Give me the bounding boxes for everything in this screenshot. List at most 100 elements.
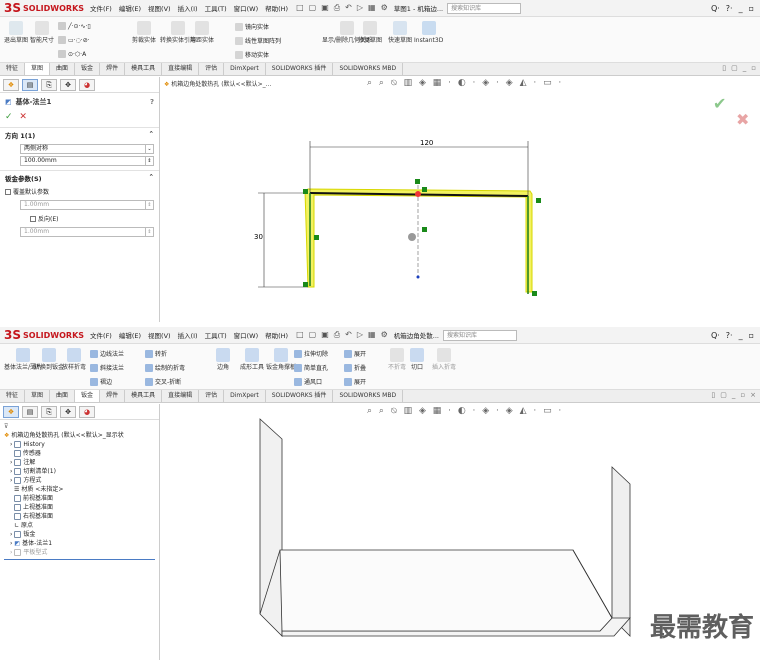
rebuild-icon[interactable]: ▦ (368, 330, 376, 340)
menu-tools[interactable]: 工具(T) (205, 3, 227, 13)
tab-mold-tools[interactable]: 模具工具 (125, 390, 163, 402)
tab-mbd[interactable]: SOLIDWORKS MBD (333, 390, 404, 402)
configuration-manager-tab-icon[interactable]: ⎘ (41, 406, 57, 418)
sketched-bend-item[interactable]: 绘制的折弯 (145, 363, 185, 372)
tab-weldments[interactable]: 焊件 (100, 390, 126, 402)
restore-icon[interactable]: ▫ (749, 4, 754, 13)
override-default-checkbox[interactable]: 覆盖默认参数 (0, 185, 159, 198)
direction1-section-header[interactable]: 方向 1(1) ⌃ (0, 127, 159, 142)
confirm-cancel-icon[interactable]: ✖ (736, 110, 749, 129)
extruded-cut-item[interactable]: 拉伸切除 (294, 349, 328, 358)
minimize-icon[interactable]: _ (739, 4, 743, 13)
spinner-icon[interactable]: ⇕ (145, 157, 153, 165)
pm-ok-icon[interactable]: ✓ (5, 112, 13, 122)
depth-input[interactable]: 100.00mm ⇕ (20, 156, 154, 166)
open-icon[interactable]: ▢ (309, 3, 317, 13)
menu-window[interactable]: 窗口(W) (234, 330, 259, 340)
help-icon[interactable]: ?· (726, 4, 733, 13)
doc-restore-icon[interactable]: ▫ (751, 64, 756, 72)
tab-evaluate[interactable]: 评估 (199, 63, 225, 75)
restore-icon[interactable]: ▫ (749, 331, 754, 340)
cascade-icon[interactable]: ▢ (731, 64, 738, 72)
menu-tools[interactable]: 工具(T) (205, 330, 227, 340)
doc-restore-icon[interactable]: ▫ (740, 391, 745, 399)
bend-radius-input[interactable]: 1.00mm ⇕ (20, 227, 154, 237)
doc-minimize-icon[interactable]: _ (743, 64, 747, 72)
tree-item-base-flange[interactable]: › ◩ 基体-法兰1 (4, 539, 155, 548)
edge-flange-item[interactable]: 边线法兰 (90, 349, 124, 358)
select-icon[interactable]: ▷ (357, 3, 363, 13)
no-bends-button[interactable]: 不折弯 (388, 348, 406, 371)
tree-item-origin[interactable]: ∟ 原点 (4, 521, 155, 530)
tab-sheet-metal[interactable]: 钣金 (75, 390, 101, 402)
tab-dimxpert[interactable]: DimXpert (224, 390, 266, 402)
new-icon[interactable]: □ (296, 3, 304, 13)
vent-item[interactable]: 通风口 (294, 377, 322, 386)
cross-break-item[interactable]: 交叉-折断 (145, 377, 181, 386)
jog-item[interactable]: 转折 (145, 349, 167, 358)
move-entities-item[interactable]: 移动实体 (235, 50, 269, 59)
menu-insert[interactable]: 插入(I) (178, 330, 198, 340)
gusset-button[interactable]: 钣金角撑板 (266, 348, 296, 371)
menu-help[interactable]: 帮助(H) (265, 3, 288, 13)
mirror-entities-item[interactable]: 镜向实体 (235, 22, 269, 31)
tab-surfaces[interactable]: 曲面 (50, 63, 76, 75)
doc-close-icon[interactable]: × (750, 391, 756, 399)
dimxpert-tab-icon[interactable]: ✥ (60, 79, 76, 91)
menu-edit[interactable]: 编辑(E) (119, 3, 141, 13)
tree-item-right-plane[interactable]: 右视基准面 (4, 512, 155, 521)
menu-view[interactable]: 视图(V) (148, 330, 171, 340)
tab-features[interactable]: 特征 (0, 390, 26, 402)
menu-help[interactable]: 帮助(H) (265, 330, 288, 340)
hem-item[interactable]: 褶边 (90, 377, 112, 386)
offset-entities-button[interactable]: 等距实体 (190, 21, 214, 44)
tab-addins[interactable]: SOLIDWORKS 插件 (266, 390, 334, 402)
tree-item-flat-pattern[interactable]: › 平板型式 (4, 548, 155, 557)
tree-item-top-plane[interactable]: 上视基准面 (4, 503, 155, 512)
tree-item-history[interactable]: › History (4, 440, 155, 449)
pm-cancel-icon[interactable]: ✕ (19, 112, 27, 122)
corners-button[interactable]: 边角 (216, 348, 230, 371)
tab-sheet-metal[interactable]: 钣金 (75, 63, 101, 75)
display-manager-tab-icon[interactable]: ◕ (79, 79, 95, 91)
repair-sketch-button[interactable]: 修复草图 (358, 21, 382, 44)
trim-entities-button[interactable]: 剪裁实体 (132, 21, 156, 44)
rectangle-tool[interactable]: ▭·◌·⊘· (58, 36, 90, 44)
menu-window[interactable]: 窗口(W) (234, 3, 259, 13)
menu-file[interactable]: 文件(F) (90, 330, 112, 340)
doc-minimize-icon[interactable]: _ (732, 391, 736, 399)
dimxpert-tab-icon[interactable]: ✥ (60, 406, 76, 418)
undo-icon[interactable]: ↶ (345, 3, 352, 13)
rebuild-icon[interactable]: ▦ (368, 3, 376, 13)
options-icon[interactable]: ⚙ (381, 330, 388, 340)
tree-item-sensors[interactable]: 传感器 (4, 449, 155, 458)
configuration-manager-tab-icon[interactable]: ⎘ (41, 79, 57, 91)
tree-item-equations[interactable]: › 方程式 (4, 476, 155, 485)
lofted-bend-button[interactable]: 放样折弯 (62, 348, 86, 371)
insert-bends-button[interactable]: 插入折弯 (432, 348, 456, 371)
width-dimension-text[interactable]: 120 (420, 139, 433, 147)
search-dropdown-icon[interactable]: Q· (711, 331, 720, 340)
options-icon[interactable]: ⚙ (381, 3, 388, 13)
reverse-checkbox[interactable]: 反向(E) (0, 212, 159, 225)
spinner-icon[interactable]: ⇕ (145, 228, 153, 236)
instant3d-button[interactable]: Instant3D (414, 21, 443, 44)
tree-item-material[interactable]: ☰ 材质 <未指定> (4, 485, 155, 494)
tab-surfaces[interactable]: 曲面 (50, 390, 76, 402)
unfold-item[interactable]: 展开 (344, 349, 366, 358)
menu-edit[interactable]: 编辑(E) (119, 330, 141, 340)
tab-features[interactable]: 特征 (0, 63, 26, 75)
graphics-area[interactable]: ❖ 机箱边角处散热孔 (默认<<默认>_... ⌕ ⌕ ⦰ ▥ ◈ ▦ · ◐ … (160, 77, 760, 322)
tile-icon[interactable]: ▯ (722, 64, 726, 72)
open-icon[interactable]: ▢ (309, 330, 317, 340)
minimize-icon[interactable]: _ (739, 331, 743, 340)
exit-sketch-button[interactable]: 退出草图 (4, 21, 28, 44)
feature-manager-tab-icon[interactable]: ❖ (3, 79, 19, 91)
convert-to-sheet-metal-button[interactable]: 转换到钣金 (34, 348, 64, 371)
rapid-sketch-button[interactable]: 快速草图 (388, 21, 412, 44)
menu-insert[interactable]: 插入(I) (178, 3, 198, 13)
tab-evaluate[interactable]: 评估 (199, 390, 225, 402)
save-icon[interactable]: ▣ (321, 330, 329, 340)
print-icon[interactable]: ⎙ (334, 3, 340, 13)
display-manager-tab-icon[interactable]: ◕ (79, 406, 95, 418)
